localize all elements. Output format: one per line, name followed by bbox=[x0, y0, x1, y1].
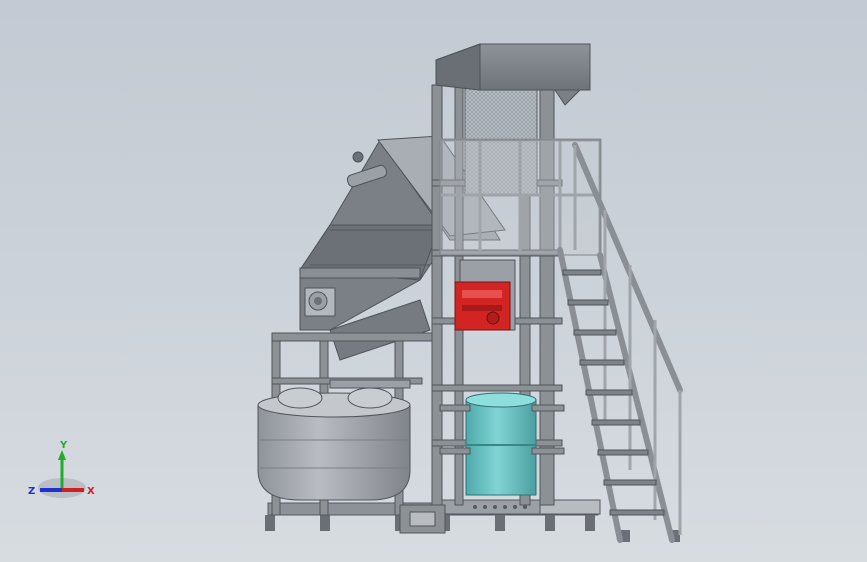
cad-viewport[interactable]: Y X Z bbox=[0, 0, 867, 562]
foreground-frame bbox=[399, 504, 446, 534]
x-axis-label: X bbox=[87, 486, 95, 497]
orientation-triad: Y X Z bbox=[28, 440, 95, 498]
z-axis-label: Z bbox=[28, 486, 35, 497]
y-axis-label: Y bbox=[59, 440, 68, 451]
y-axis-arrow bbox=[58, 450, 66, 460]
mixing-tank bbox=[257, 379, 411, 501]
red-motor bbox=[454, 281, 511, 331]
machine-assembly-model[interactable] bbox=[0, 0, 867, 562]
